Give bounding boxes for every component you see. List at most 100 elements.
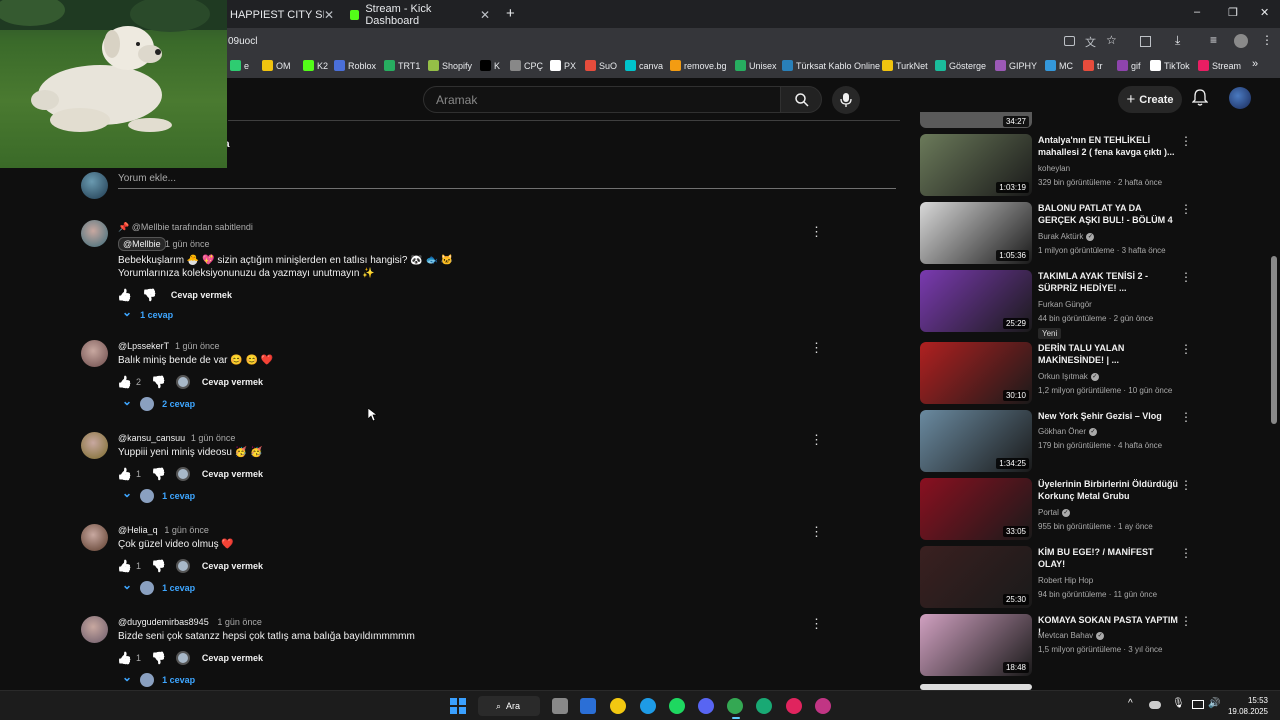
video-channel[interactable]: koheylan	[1038, 164, 1070, 173]
profile-avatar[interactable]	[1234, 34, 1248, 48]
url-field[interactable]: 09uocl	[228, 36, 257, 47]
mic-tray-icon[interactable]: 🎙	[1172, 698, 1185, 709]
reading-list-icon[interactable]: ≡	[1210, 33, 1217, 47]
voice-search-button[interactable]	[832, 86, 860, 114]
video-card[interactable]: 33:05 Üyelerinin Birbirlerini Öldürdüğü K…	[920, 478, 1192, 540]
like-icon[interactable]: 👍	[117, 288, 132, 302]
reply-button[interactable]: Cevap vermek	[171, 290, 232, 300]
bookmark-item[interactable]: Gösterge	[935, 60, 986, 71]
like-icon[interactable]: 👍	[117, 467, 132, 481]
comment-time[interactable]: 1 gün önce	[165, 239, 210, 249]
bookmark-item[interactable]: OM	[262, 60, 291, 71]
discord-icon[interactable]	[698, 698, 714, 714]
commenter-avatar[interactable]	[81, 220, 108, 247]
comment-time[interactable]: 1 gün önce	[175, 341, 220, 351]
comment-author[interactable]: @kansu_cansuu	[118, 433, 185, 443]
bookmark-item[interactable]: tr	[1083, 60, 1103, 71]
dislike-icon[interactable]: 👎	[151, 375, 166, 389]
clock[interactable]: 15:53 19.08.2025	[1222, 695, 1268, 717]
bookmark-item[interactable]: Shopify	[428, 60, 472, 71]
instagram-icon[interactable]	[815, 698, 831, 714]
page-scrollbar[interactable]	[1271, 256, 1277, 424]
chrome-icon[interactable]	[727, 698, 743, 714]
video-menu-icon[interactable]: ⋮	[1180, 342, 1192, 356]
bookmark-item[interactable]: PX	[550, 60, 576, 71]
video-card[interactable]: 18:48 KOMAYA SOKAN PASTA YAPTIM ! Mevtcan …	[920, 614, 1192, 676]
commenter-avatar[interactable]	[81, 432, 108, 459]
tray-chevron-icon[interactable]: ^	[1128, 698, 1133, 709]
comment-menu-icon[interactable]: ⋮	[810, 616, 823, 632]
display-icon[interactable]	[1192, 700, 1204, 709]
video-channel[interactable]: Orkun Işıtmak	[1038, 372, 1088, 381]
video-card[interactable]: 1:05:36 BALONU PATLAT YA DA GERÇEK AŞKI B…	[920, 202, 1192, 264]
channel-avatar[interactable]	[1229, 87, 1251, 109]
close-tab-icon[interactable]: ✕	[480, 8, 490, 22]
edge-icon[interactable]	[610, 698, 626, 714]
replies-toggle[interactable]: ⌄ 1 cevap	[122, 486, 195, 503]
search-button[interactable]	[780, 86, 822, 113]
bookmark-item[interactable]: gif	[1117, 60, 1141, 71]
minimize-button[interactable]: –	[1194, 6, 1200, 18]
comment-menu-icon[interactable]: ⋮	[810, 432, 823, 448]
reply-button[interactable]: Cevap vermek	[202, 653, 263, 663]
video-channel[interactable]: Portal	[1038, 508, 1059, 517]
taskbar-search[interactable]: ⌕ Ara	[478, 696, 540, 716]
picture-in-picture-video[interactable]	[0, 0, 227, 168]
bookmark-item[interactable]: Türksat Kablo Online	[782, 60, 880, 71]
partial-video-card[interactable]: 34:27	[920, 112, 1190, 128]
tab-kick-dashboard[interactable]: Stream - Kick Dashboard ✕	[342, 2, 498, 28]
dislike-icon[interactable]: 👎	[151, 559, 166, 573]
comment-author[interactable]: @LpssekerT	[118, 341, 169, 351]
comment-author[interactable]: @duygudemirbas8945	[118, 617, 209, 627]
video-title[interactable]: BALONU PATLAT YA DA GERÇEK AŞKI BUL! - B…	[1038, 202, 1178, 226]
bookmark-item[interactable]: canva	[625, 60, 663, 71]
commenter-avatar[interactable]	[81, 616, 108, 643]
like-icon[interactable]: 👍	[117, 651, 132, 665]
file-explorer-icon[interactable]	[580, 698, 596, 714]
bookmark-item[interactable]: remove.bg	[670, 60, 727, 71]
reply-button[interactable]: Cevap vermek	[202, 561, 263, 571]
add-comment-input[interactable]: Yorum ekle...	[118, 173, 176, 184]
replies-toggle[interactable]: ⌄ 1 cevap	[122, 305, 173, 320]
video-menu-icon[interactable]: ⋮	[1180, 202, 1192, 216]
notifications-bell-icon[interactable]	[1192, 89, 1208, 107]
close-window-button[interactable]: ✕	[1260, 6, 1269, 19]
dislike-icon[interactable]: 👎	[151, 651, 166, 665]
onedrive-icon[interactable]	[1149, 701, 1161, 709]
bookmark-item[interactable]: TurkNet	[882, 60, 928, 71]
video-title[interactable]: KİM BU EGE!? / MANİFEST OLAY!	[1038, 546, 1178, 570]
bookmark-item[interactable]: Roblox	[334, 60, 376, 71]
bookmark-item[interactable]: e	[230, 60, 249, 71]
commenter-avatar[interactable]	[81, 340, 108, 367]
video-card[interactable]: 1:03:19 Antalya'nın EN TEHLİKELİ mahalles…	[920, 134, 1192, 196]
comment-menu-icon[interactable]: ⋮	[810, 340, 823, 356]
bookmark-item[interactable]: GIPHY	[995, 60, 1037, 71]
bookmark-item[interactable]: K	[480, 60, 500, 71]
task-view-icon[interactable]	[552, 698, 568, 714]
bookmark-item[interactable]: TRT1	[384, 60, 420, 71]
translate-icon[interactable]: 文	[1085, 34, 1096, 50]
reply-button[interactable]: Cevap vermek	[202, 377, 263, 387]
bookmark-item[interactable]: SuO	[585, 60, 617, 71]
comment-time[interactable]: 1 gün önce	[191, 433, 236, 443]
video-menu-icon[interactable]: ⋮	[1180, 546, 1192, 560]
like-icon[interactable]: 👍	[117, 375, 132, 389]
like-icon[interactable]: 👍	[117, 559, 132, 573]
search-input[interactable]: Aramak	[423, 86, 781, 113]
commenter-avatar[interactable]	[81, 524, 108, 551]
cast-icon[interactable]	[1064, 36, 1075, 46]
video-title[interactable]: New York Şehir Gezisi – Vlog	[1038, 410, 1178, 422]
video-channel[interactable]: Furkan Güngör	[1038, 300, 1092, 309]
browser-menu-icon[interactable]: ⋮	[1261, 33, 1273, 47]
video-card[interactable]: 1:34:25 New York Şehir Gezisi – Vlog Gökha…	[920, 410, 1192, 472]
bookmark-item[interactable]: K2	[303, 60, 328, 71]
video-card[interactable]: 25:29 TAKIMLA AYAK TENİSİ 2 - SÜRPRİZ HED…	[920, 270, 1192, 339]
dislike-icon[interactable]: 👎	[142, 288, 157, 302]
reply-button[interactable]: Cevap vermek	[202, 469, 263, 479]
video-card[interactable]: 30:10 DERİN TALU YALAN MAKİNESİNDE! | ...…	[920, 342, 1192, 404]
bookmark-star-icon[interactable]: ☆	[1106, 33, 1117, 47]
replies-toggle[interactable]: ⌄ 1 cevap	[122, 578, 195, 595]
video-card[interactable]: 25:30 KİM BU EGE!? / MANİFEST OLAY! Robert…	[920, 546, 1192, 608]
video-channel[interactable]: Gökhan Öner	[1038, 427, 1086, 436]
video-channel[interactable]: Mevtcan Bahav	[1038, 631, 1093, 640]
